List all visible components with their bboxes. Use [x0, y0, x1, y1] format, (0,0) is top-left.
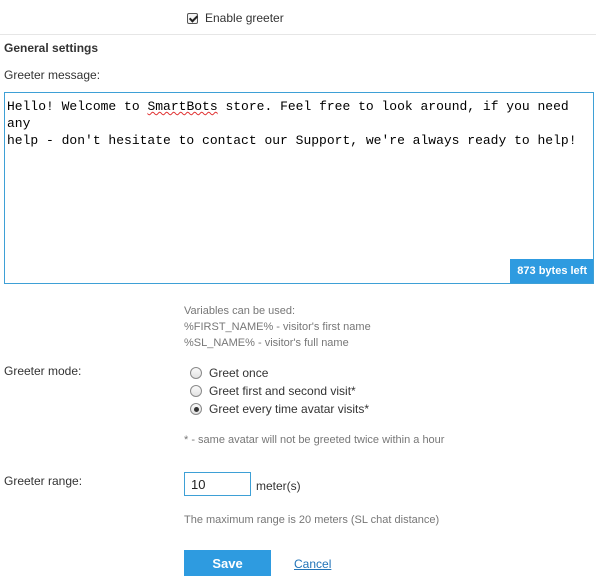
- radio-greet-once[interactable]: [190, 367, 202, 379]
- radio-greet-first-second[interactable]: [190, 385, 202, 397]
- section-title: General settings: [4, 41, 99, 55]
- greeter-message-label: Greeter message:: [4, 68, 101, 82]
- enable-greeter-label: Enable greeter: [205, 11, 284, 25]
- divider: [0, 34, 596, 35]
- radio-label: Greet every time avatar visits*: [209, 402, 370, 416]
- bytes-left-badge: 873 bytes left: [510, 259, 593, 283]
- misspelled-word: SmartBots: [147, 99, 218, 114]
- radio-label: Greet first and second visit*: [209, 384, 356, 398]
- range-note: The maximum range is 20 meters (SL chat …: [184, 514, 440, 526]
- mode-option-first-second[interactable]: Greet first and second visit*: [190, 382, 369, 400]
- range-unit: meter(s): [256, 479, 301, 493]
- radio-greet-every-time[interactable]: [190, 403, 202, 415]
- greeter-mode-label: Greeter mode:: [4, 364, 82, 378]
- message-text-part: Hello! Welcome to: [7, 99, 148, 114]
- variable-sl-name: %SL_NAME% - visitor's full name: [184, 337, 349, 349]
- enable-greeter-row[interactable]: Enable greeter: [187, 11, 284, 25]
- cancel-link[interactable]: Cancel: [294, 557, 331, 571]
- greeter-message-text[interactable]: Hello! Welcome to SmartBots store. Feel …: [7, 98, 587, 258]
- greeter-range-label: Greeter range:: [4, 474, 83, 488]
- variables-intro: Variables can be used:: [184, 305, 296, 317]
- enable-greeter-checkbox[interactable]: [187, 12, 198, 24]
- mode-option-once[interactable]: Greet once: [190, 364, 369, 382]
- variables-info: Variables can be used: %FIRST_NAME% - vi…: [184, 303, 371, 351]
- save-button[interactable]: Save: [184, 550, 271, 576]
- greeter-message-field[interactable]: Hello! Welcome to SmartBots store. Feel …: [4, 92, 594, 284]
- variable-first-name: %FIRST_NAME% - visitor's first name: [184, 321, 371, 333]
- greeter-mode-options: Greet once Greet first and second visit*…: [190, 364, 369, 418]
- mode-option-every-time[interactable]: Greet every time avatar visits*: [190, 400, 369, 418]
- radio-label: Greet once: [209, 366, 269, 380]
- greeter-range-input[interactable]: [184, 472, 251, 496]
- mode-footnote: * - same avatar will not be greeted twic…: [184, 434, 445, 446]
